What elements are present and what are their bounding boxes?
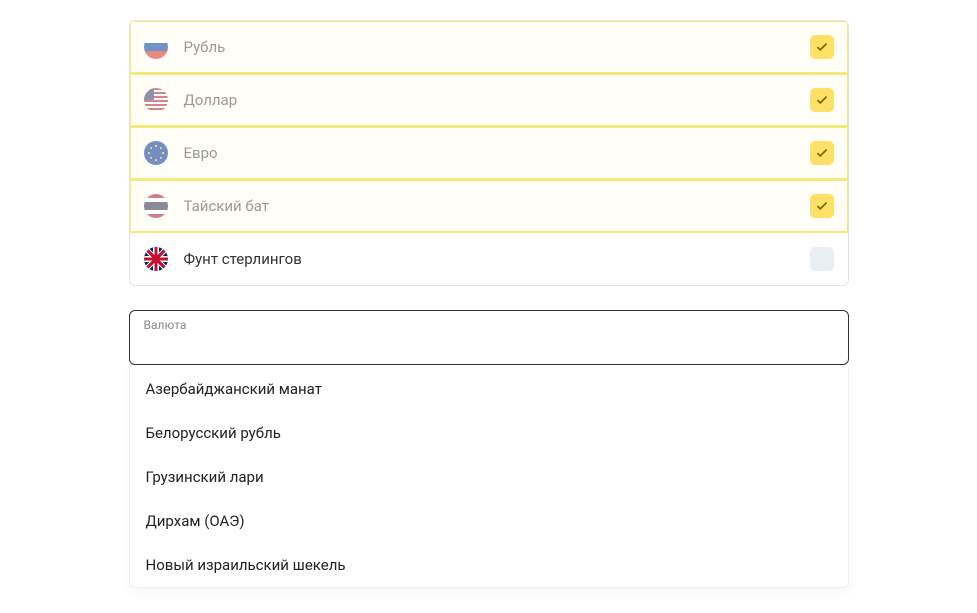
currency-row-gbp[interactable]: Фунт стерлингов — [130, 233, 848, 285]
dropdown-option[interactable]: Азербайджанский манат — [130, 367, 848, 411]
currency-input[interactable] — [129, 310, 849, 365]
flag-russia-icon — [144, 35, 168, 59]
checkbox-unchecked[interactable] — [810, 247, 834, 271]
flag-thailand-icon — [144, 194, 168, 218]
currency-dropdown[interactable]: Азербайджанский манатБелорусский рубльГр… — [129, 367, 849, 588]
flag-usa-icon — [144, 88, 168, 112]
currency-label: Рубль — [184, 38, 810, 56]
flag-eu-icon — [144, 141, 168, 165]
checkbox-checked[interactable] — [810, 194, 834, 218]
currency-list: Рубль Доллар Евро Тайский бат Фунт стерлинго… — [129, 20, 849, 286]
checkbox-checked[interactable] — [810, 88, 834, 112]
check-icon — [815, 40, 829, 54]
checkbox-checked[interactable] — [810, 141, 834, 165]
check-icon — [815, 93, 829, 107]
dropdown-option[interactable]: Дирхам (ОАЭ) — [130, 499, 848, 543]
dropdown-option[interactable]: Грузинский лари — [130, 455, 848, 499]
check-icon — [815, 146, 829, 160]
currency-label: Фунт стерлингов — [184, 250, 810, 268]
check-icon — [815, 199, 829, 213]
currency-row-rub[interactable]: Рубль — [130, 21, 848, 74]
currency-label: Тайский бат — [184, 197, 810, 215]
currency-row-thb[interactable]: Тайский бат — [130, 180, 848, 233]
currency-label: Евро — [184, 144, 810, 162]
dropdown-option[interactable]: Новый израильский шекель — [130, 543, 848, 587]
flag-uk-icon — [144, 247, 168, 271]
currency-input-wrapper: Валюта — [129, 310, 849, 365]
currency-row-usd[interactable]: Доллар — [130, 74, 848, 127]
currency-label: Доллар — [184, 91, 810, 109]
checkbox-checked[interactable] — [810, 35, 834, 59]
currency-row-eur[interactable]: Евро — [130, 127, 848, 180]
dropdown-option[interactable]: Белорусский рубль — [130, 411, 848, 455]
